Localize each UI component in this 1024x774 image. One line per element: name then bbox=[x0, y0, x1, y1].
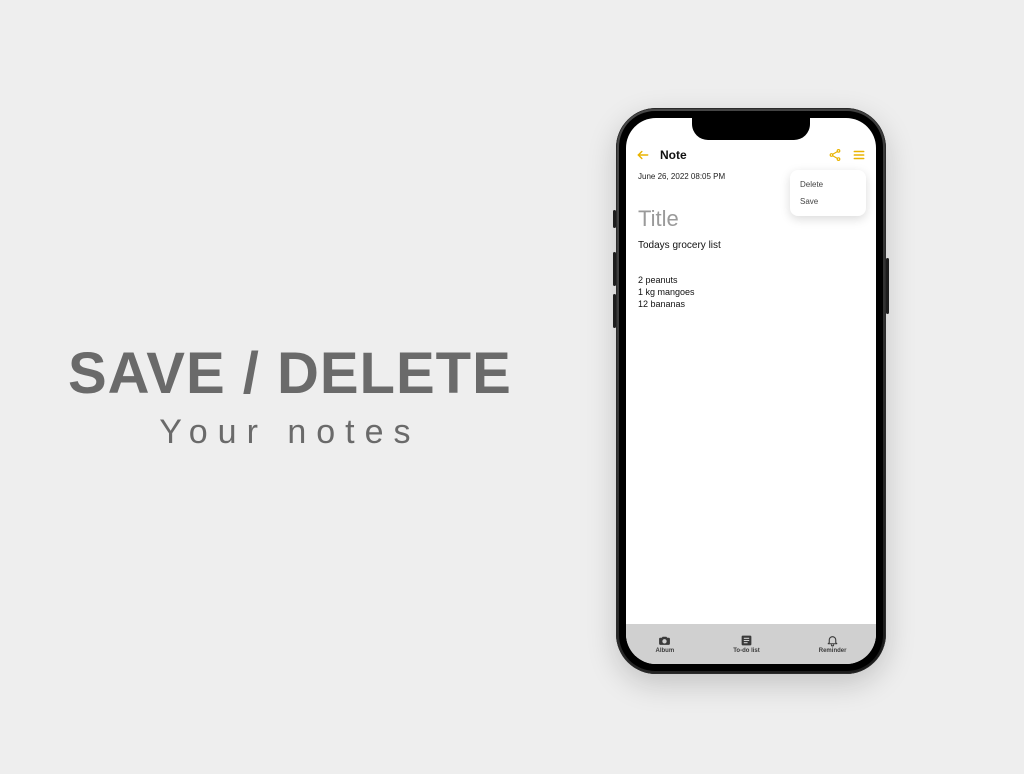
header-actions bbox=[828, 148, 866, 162]
note-timestamp: June 26, 2022 08:05 PM bbox=[638, 172, 725, 181]
dropdown-item-save[interactable]: Save bbox=[790, 193, 866, 210]
bottom-nav: Album To-do list Reminder bbox=[626, 624, 876, 664]
volume-up-button bbox=[613, 252, 616, 286]
nav-item-todo[interactable]: To-do list bbox=[733, 634, 760, 654]
back-arrow-icon[interactable] bbox=[636, 148, 650, 162]
options-dropdown: Delete Save bbox=[790, 170, 866, 216]
promo-heading: SAVE / DELETE bbox=[68, 340, 512, 407]
share-icon[interactable] bbox=[828, 148, 842, 162]
phone-mockup: Note June 26, 2022 08:05 PM Delete Save … bbox=[616, 108, 886, 674]
nav-label-todo: To-do list bbox=[733, 648, 760, 654]
note-subject[interactable]: Todays grocery list bbox=[638, 240, 721, 251]
mute-switch bbox=[613, 210, 616, 228]
phone-screen: Note June 26, 2022 08:05 PM Delete Save … bbox=[626, 118, 876, 664]
volume-down-button bbox=[613, 294, 616, 328]
camera-icon bbox=[658, 634, 671, 647]
nav-label-reminder: Reminder bbox=[819, 648, 847, 654]
promo-text-block: SAVE / DELETE Your notes bbox=[68, 340, 512, 452]
page-title: Note bbox=[660, 148, 828, 162]
bell-icon bbox=[826, 634, 839, 647]
nav-item-album[interactable]: Album bbox=[656, 634, 675, 654]
dropdown-item-delete[interactable]: Delete bbox=[790, 176, 866, 193]
nav-label-album: Album bbox=[656, 648, 675, 654]
app-header: Note bbox=[626, 142, 876, 168]
note-title-input[interactable]: Title bbox=[638, 206, 679, 232]
menu-icon[interactable] bbox=[852, 148, 866, 162]
promo-subheading: Your notes bbox=[68, 413, 512, 452]
nav-item-reminder[interactable]: Reminder bbox=[819, 634, 847, 654]
list-icon bbox=[740, 634, 753, 647]
note-body[interactable]: 2 peanuts 1 kg mangoes 12 bananas bbox=[638, 274, 695, 310]
power-button bbox=[886, 258, 889, 314]
phone-notch bbox=[692, 118, 810, 140]
